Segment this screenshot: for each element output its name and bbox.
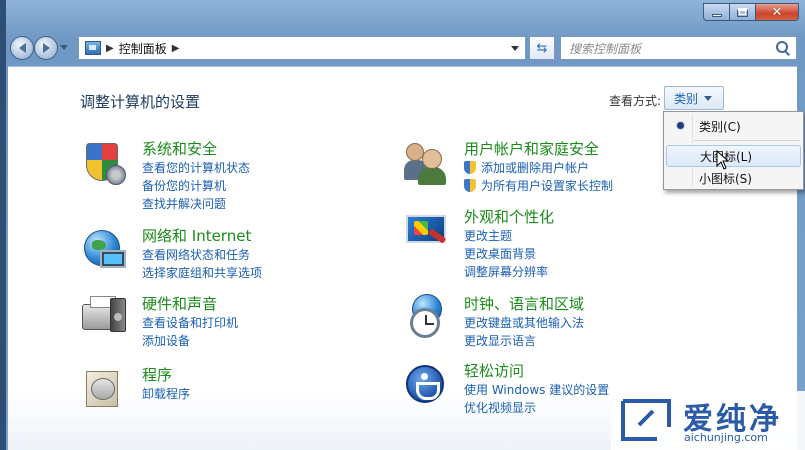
category-link[interactable]: 查看网络状态和任务 xyxy=(142,246,262,264)
page-title: 调整计算机的设置 xyxy=(80,93,201,111)
close-button[interactable]: ✕ xyxy=(755,3,799,21)
category-link[interactable]: 添加设备 xyxy=(142,332,238,350)
view-by-menu: 类别(C) 大图标(L) 小图标(S) xyxy=(663,111,804,190)
search-icon[interactable] xyxy=(774,39,792,57)
category-link[interactable]: 查找并解决问题 xyxy=(142,195,250,213)
view-by-value[interactable]: 类别 xyxy=(674,90,698,107)
category-link[interactable]: 添加或删除用户帐户 xyxy=(464,159,613,177)
category-appearance: 外观和个性化 更改主题 更改桌面背景 调整屏幕分辨率 xyxy=(402,207,554,281)
category-programs: 程序 卸载程序 xyxy=(80,365,190,413)
address-bar[interactable]: ▶ 控制面板 ▶ xyxy=(78,36,526,60)
category-system-security: 系统和安全 查看您的计算机状态 备份您的计算机 查找并解决问题 xyxy=(80,139,250,213)
back-button[interactable] xyxy=(10,36,34,60)
maximize-button[interactable] xyxy=(729,3,755,21)
view-by-label: 查看方式: xyxy=(609,94,662,108)
category-link[interactable]: 卸载程序 xyxy=(142,385,190,403)
display-personalization-icon[interactable] xyxy=(402,207,450,255)
category-user-accounts: 用户帐户和家庭安全 添加或删除用户帐户 为所有用户设置家长控制 xyxy=(402,139,613,195)
menu-item-label: 类别(C) xyxy=(699,119,741,134)
category-link[interactable]: 查看设备和打印机 xyxy=(142,314,238,332)
category-link[interactable]: 更改键盘或其他输入法 xyxy=(464,314,584,332)
maximize-icon xyxy=(737,7,748,17)
category-title[interactable]: 时钟、语言和区域 xyxy=(464,294,584,314)
category-link[interactable]: 更改显示语言 xyxy=(464,332,584,350)
radio-bullet-icon xyxy=(677,122,684,129)
menu-item-small-icons[interactable]: 小图标(S) xyxy=(666,167,801,189)
forward-button[interactable] xyxy=(34,36,58,60)
category-link[interactable]: 备份您的计算机 xyxy=(142,177,250,195)
category-title[interactable]: 用户帐户和家庭安全 xyxy=(464,139,613,159)
minimize-button[interactable] xyxy=(703,3,729,21)
search-box[interactable]: 搜索控制面板 xyxy=(560,36,797,60)
category-title[interactable]: 系统和安全 xyxy=(142,139,250,159)
category-link[interactable]: 优化视频显示 xyxy=(464,399,609,417)
users-icon[interactable] xyxy=(402,139,450,187)
category-link[interactable]: 使用 Windows 建议的设置 xyxy=(464,381,609,399)
breadcrumb-separator-icon[interactable]: ▶ xyxy=(172,43,180,54)
category-link[interactable]: 更改主题 xyxy=(464,227,554,245)
category-link[interactable]: 查看您的计算机状态 xyxy=(142,159,250,177)
refresh-icon: ⇆ xyxy=(536,40,548,56)
view-by-dropdown[interactable]: 类别 xyxy=(664,86,724,110)
category-link[interactable]: 选择家庭组和共享选项 xyxy=(142,264,262,282)
category-network-internet: 网络和 Internet 查看网络状态和任务 选择家庭组和共享选项 xyxy=(80,226,262,282)
breadcrumb-separator-icon[interactable]: ▶ xyxy=(106,43,114,54)
category-clock-language: 时钟、语言和区域 更改键盘或其他输入法 更改显示语言 xyxy=(402,294,584,350)
window-edge xyxy=(0,0,6,450)
menu-item-label: 小图标(S) xyxy=(699,171,752,186)
chevron-down-icon xyxy=(704,95,713,101)
caption-buttons: ✕ xyxy=(703,3,799,21)
category-title[interactable]: 网络和 Internet xyxy=(142,226,262,246)
navigation-bar: ▶ 控制面板 ▶ ⇆ 搜索控制面板 xyxy=(8,34,797,62)
shield-icon[interactable] xyxy=(80,139,128,187)
recent-pages-dropdown[interactable] xyxy=(60,45,68,50)
minimize-icon xyxy=(711,13,722,17)
category-title[interactable]: 程序 xyxy=(142,365,190,385)
programs-box-icon[interactable] xyxy=(80,365,128,413)
watermark-url: aichunjing.com xyxy=(684,431,768,444)
category-title[interactable]: 轻松访问 xyxy=(464,361,609,381)
category-link[interactable]: 调整屏幕分辨率 xyxy=(464,263,554,281)
accessibility-icon[interactable] xyxy=(402,361,450,409)
category-title[interactable]: 外观和个性化 xyxy=(464,207,554,227)
search-input[interactable]: 搜索控制面板 xyxy=(569,40,774,57)
forward-arrow-icon xyxy=(42,43,50,53)
watermark-logo-icon xyxy=(621,399,671,441)
category-ease-of-access: 轻松访问 使用 Windows 建议的设置 优化视频显示 xyxy=(402,361,609,417)
menu-item-large-icons[interactable]: 大图标(L) xyxy=(666,145,801,167)
category-link[interactable]: 为所有用户设置家长控制 xyxy=(464,177,613,195)
menu-item-category[interactable]: 类别(C) xyxy=(666,115,801,137)
address-dropdown-icon[interactable] xyxy=(511,46,519,51)
category-link[interactable]: 更改桌面背景 xyxy=(464,245,554,263)
clock-globe-icon[interactable] xyxy=(402,294,450,342)
breadcrumb-control-panel[interactable]: 控制面板 xyxy=(119,40,167,57)
category-hardware-sound: 硬件和声音 查看设备和打印机 添加设备 xyxy=(80,294,238,350)
back-arrow-icon xyxy=(18,43,26,53)
close-icon: ✕ xyxy=(771,4,783,20)
category-title[interactable]: 硬件和声音 xyxy=(142,294,238,314)
refresh-button[interactable]: ⇆ xyxy=(529,36,555,60)
network-globe-icon[interactable] xyxy=(80,226,128,274)
printer-icon[interactable] xyxy=(80,294,128,342)
watermark: 爱纯净 aichunjing.com xyxy=(611,391,805,450)
menu-separator xyxy=(694,140,800,141)
control-panel-icon xyxy=(85,41,101,55)
